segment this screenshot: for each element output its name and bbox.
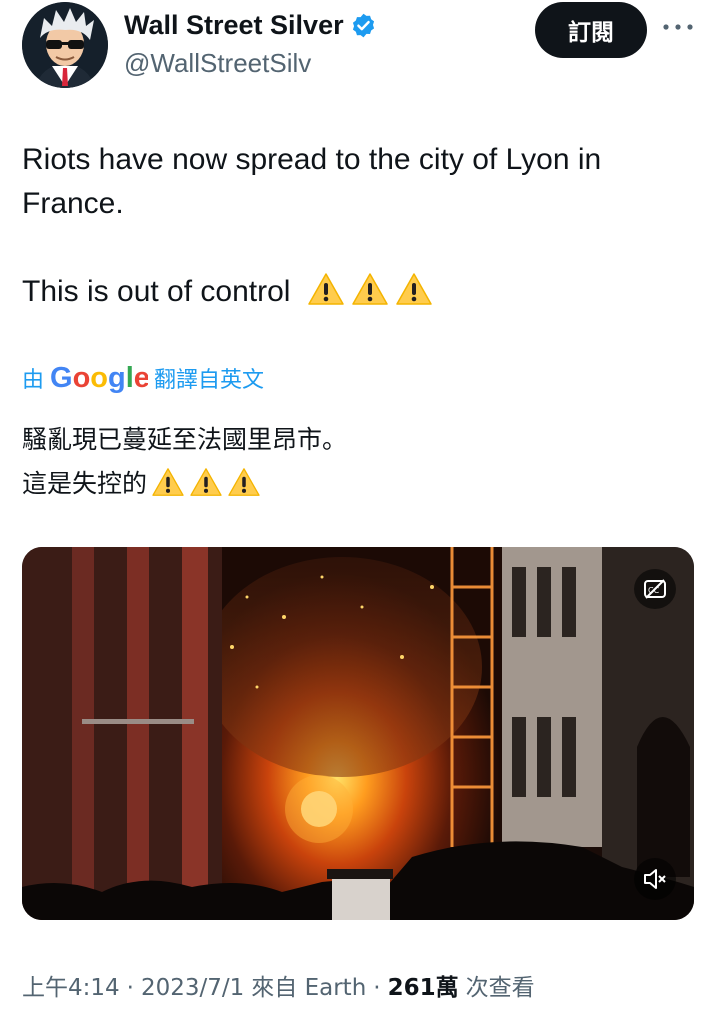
warning-emoji-icon <box>352 273 388 305</box>
volume-muted-icon <box>644 869 666 889</box>
translation-suffix: 翻譯自英文 <box>154 368 265 393</box>
translated-text: 騷亂現已蔓延至法國里昂市。 這是失控的 <box>22 418 692 506</box>
warning-emoji-icon <box>308 273 344 305</box>
separator: · <box>373 975 381 1001</box>
translated-line: 騷亂現已蔓延至法國里昂市。 <box>22 425 348 454</box>
warning-emoji-icon <box>396 273 432 305</box>
tweet-time[interactable]: 上午4:14 <box>22 968 120 1002</box>
closed-captions-off-icon: CC <box>644 579 666 599</box>
translation-attribution[interactable]: 由 Google 翻譯自英文 <box>22 358 264 398</box>
video-player[interactable] <box>22 547 694 920</box>
tweet-text-line: France. <box>22 187 124 220</box>
google-logo-icon: Google <box>50 362 148 394</box>
tweet-text-line-2: This is out of control <box>22 275 291 308</box>
svg-text:Google: Google <box>50 362 148 394</box>
tweet-text-line: Riots have now spread to the city of Lyo… <box>22 143 602 176</box>
view-count[interactable]: 261萬 <box>388 968 459 1002</box>
tweet-text-line: This is out of control <box>22 270 692 314</box>
tweet-metadata: 上午4:14 · 2023/7/1 來自 Earth · 261萬 次查看 <box>22 968 535 1002</box>
warning-emoji-icon <box>228 468 260 496</box>
author-handle[interactable]: @WallStreetSilv <box>124 48 311 79</box>
translated-line: 這是失控的 <box>22 462 692 506</box>
mute-button[interactable] <box>634 858 676 900</box>
more-horizontal-icon[interactable] <box>660 14 696 40</box>
view-count-label: 次查看 <box>465 975 535 1001</box>
tweet-date[interactable]: 2023/7/1 <box>141 975 244 1001</box>
author-name-row[interactable]: Wall Street Silver <box>124 10 377 41</box>
warning-emoji-icon <box>152 468 184 496</box>
separator: · <box>126 975 134 1001</box>
verified-badge-icon <box>352 13 374 38</box>
tweet-header: Wall Street Silver @WallStreetSilv 訂閱 <box>0 0 718 100</box>
tweet-source: 來自 Earth <box>251 975 367 1001</box>
avatar[interactable] <box>22 2 108 88</box>
captions-button[interactable]: CC <box>634 569 676 609</box>
translation-prefix: 由 <box>22 368 45 393</box>
author-display-name[interactable]: Wall Street Silver <box>124 10 344 41</box>
translated-line-2: 這是失控的 <box>22 469 148 498</box>
tweet-text: Riots have now spread to the city of Lyo… <box>22 138 692 314</box>
warning-emoji-icon <box>190 468 222 496</box>
subscribe-button[interactable]: 訂閱 <box>535 2 647 58</box>
